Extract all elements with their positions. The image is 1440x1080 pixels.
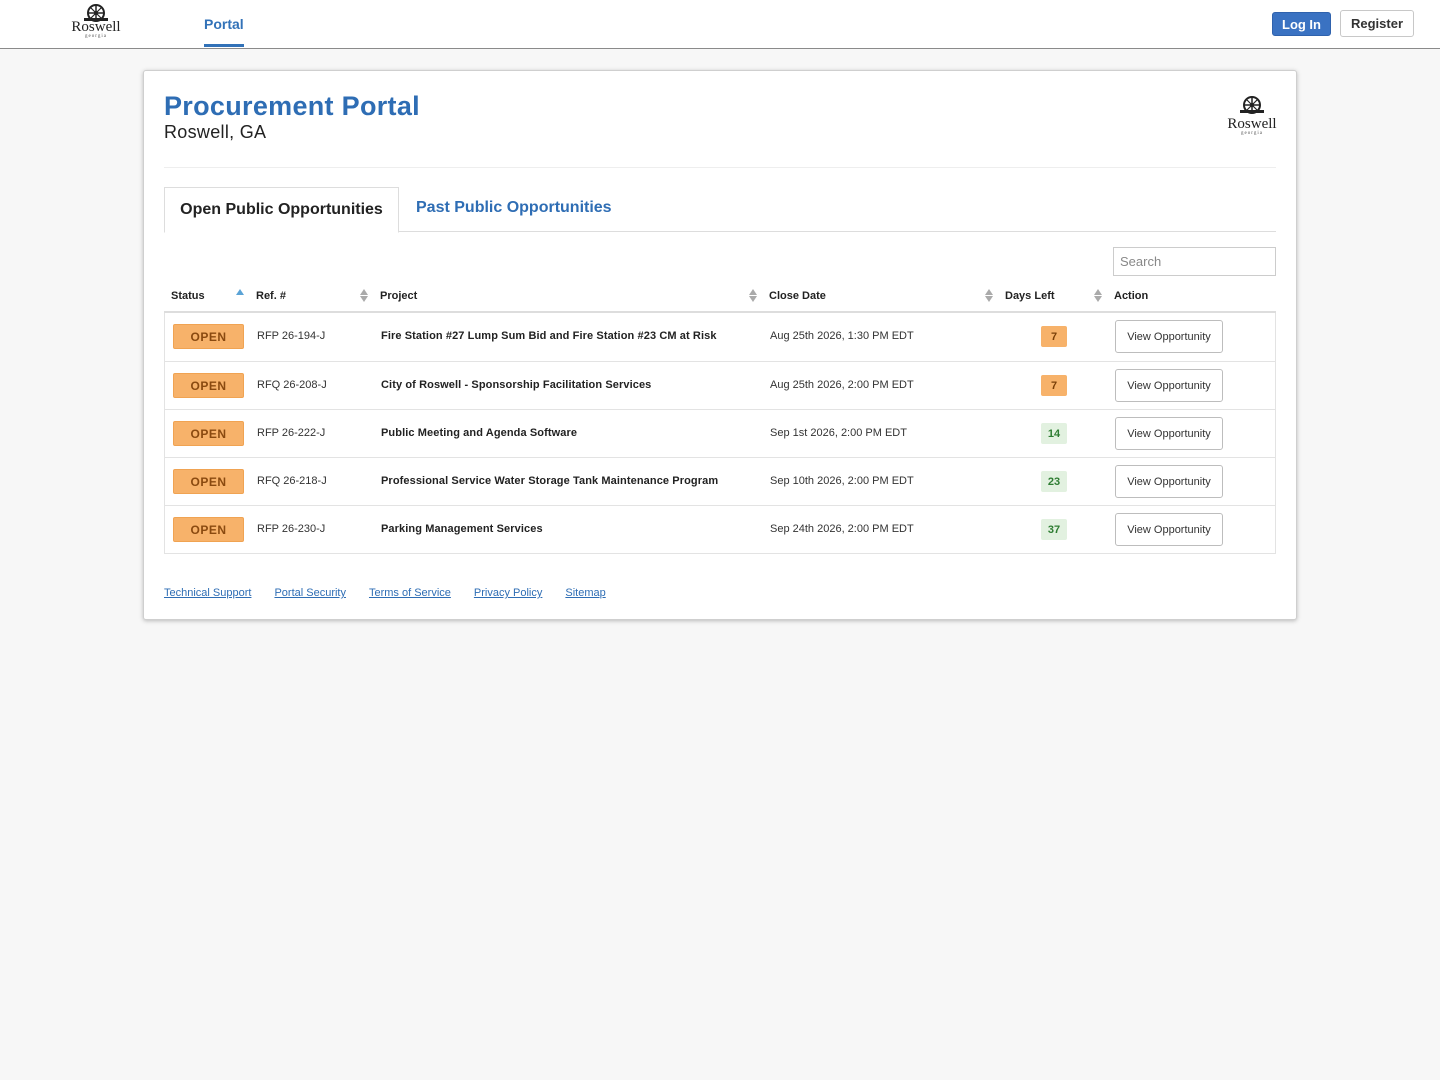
days-left-badge: 14 <box>1041 423 1067 444</box>
column-header-action: Action <box>1114 290 1149 302</box>
column-header-project[interactable]: Project <box>380 290 417 302</box>
table-row: OPEN RFQ 26-208-J City of Roswell - Spon… <box>165 361 1275 409</box>
project-name: Fire Station #27 Lump Sum Bid and Fire S… <box>381 330 717 342</box>
status-badge: OPEN <box>173 469 244 494</box>
status-badge: OPEN <box>173 373 244 398</box>
footer-links: Technical Support Portal Security Terms … <box>164 587 629 599</box>
close-date: Sep 24th 2026, 2:00 PM EDT <box>770 523 914 535</box>
table-row: OPEN RFP 26-222-J Public Meeting and Age… <box>165 409 1275 457</box>
column-header-ref[interactable]: Ref. # <box>256 290 286 302</box>
ref-number: RFQ 26-218-J <box>257 475 327 487</box>
login-button[interactable]: Log In <box>1272 12 1331 36</box>
days-left-badge: 7 <box>1041 326 1067 347</box>
search-input[interactable] <box>1113 247 1276 276</box>
footer-link-portal-security[interactable]: Portal Security <box>274 587 346 599</box>
sort-asc-icon[interactable] <box>236 288 244 304</box>
column-header-close-date[interactable]: Close Date <box>769 290 826 302</box>
sort-icon[interactable] <box>1094 288 1102 304</box>
view-opportunity-button[interactable]: View Opportunity <box>1115 465 1223 498</box>
table-row: OPEN RFP 26-194-J Fire Station #27 Lump … <box>165 313 1275 361</box>
table-row: OPEN RFP 26-230-J Parking Management Ser… <box>165 505 1275 553</box>
sort-icon[interactable] <box>985 288 993 304</box>
nav-active-indicator <box>204 44 244 47</box>
view-opportunity-button[interactable]: View Opportunity <box>1115 513 1223 546</box>
roswell-logo[interactable]: Roswell georgia <box>68 2 124 46</box>
view-opportunity-button[interactable]: View Opportunity <box>1115 369 1223 402</box>
ref-number: RFP 26-230-J <box>257 523 326 535</box>
view-opportunity-button[interactable]: View Opportunity <box>1115 417 1223 450</box>
tab-past-opportunities[interactable]: Past Public Opportunities <box>416 199 612 217</box>
logo-text: Roswell <box>1227 116 1277 132</box>
opportunities-table-body: OPEN RFP 26-194-J Fire Station #27 Lump … <box>164 313 1276 554</box>
project-name: Professional Service Water Storage Tank … <box>381 475 719 487</box>
waterwheel-icon <box>1240 96 1264 114</box>
status-badge: OPEN <box>173 517 244 542</box>
close-date: Sep 10th 2026, 2:00 PM EDT <box>770 475 914 487</box>
page-title: Procurement Portal <box>164 91 420 121</box>
sort-icon[interactable] <box>749 288 757 304</box>
ref-number: RFP 26-222-J <box>257 427 326 439</box>
days-left-badge: 37 <box>1041 519 1067 540</box>
register-button[interactable]: Register <box>1340 10 1414 37</box>
footer-link-sitemap[interactable]: Sitemap <box>565 587 605 599</box>
table-row: OPEN RFQ 26-218-J Professional Service W… <box>165 457 1275 505</box>
ref-number: RFQ 26-208-J <box>257 379 327 391</box>
status-badge: OPEN <box>173 324 244 349</box>
sort-icon[interactable] <box>360 288 368 304</box>
table-header: Status Ref. # Project Close Date Days Le… <box>164 282 1276 313</box>
project-name: Public Meeting and Agenda Software <box>381 427 578 439</box>
page-subtitle: Roswell, GA <box>164 122 267 142</box>
nav-portal-link[interactable]: Portal <box>204 16 244 32</box>
footer-link-technical-support[interactable]: Technical Support <box>164 587 251 599</box>
top-navbar: Roswell georgia Portal Log In Register <box>0 0 1440 49</box>
logo-text: Roswell <box>71 19 121 35</box>
days-left-badge: 7 <box>1041 375 1067 396</box>
days-left-badge: 23 <box>1041 471 1067 492</box>
close-date: Aug 25th 2026, 2:00 PM EDT <box>770 379 914 391</box>
footer-link-privacy-policy[interactable]: Privacy Policy <box>474 587 542 599</box>
footer-link-terms-of-service[interactable]: Terms of Service <box>369 587 451 599</box>
close-date: Sep 1st 2026, 2:00 PM EDT <box>770 427 907 439</box>
portal-card: Procurement Portal Roswell, GA Roswell g… <box>143 70 1297 620</box>
divider <box>164 167 1276 168</box>
view-opportunity-button[interactable]: View Opportunity <box>1115 320 1223 353</box>
project-name: City of Roswell - Sponsorship Facilitati… <box>381 379 652 391</box>
column-header-status[interactable]: Status <box>171 290 205 302</box>
ref-number: RFP 26-194-J <box>257 330 326 342</box>
roswell-logo-card: Roswell georgia <box>1224 94 1280 142</box>
close-date: Aug 25th 2026, 1:30 PM EDT <box>770 330 914 342</box>
tab-open-opportunities[interactable]: Open Public Opportunities <box>164 187 399 233</box>
status-badge: OPEN <box>173 421 244 446</box>
project-name: Parking Management Services <box>381 523 543 535</box>
column-header-days-left[interactable]: Days Left <box>1005 290 1055 302</box>
